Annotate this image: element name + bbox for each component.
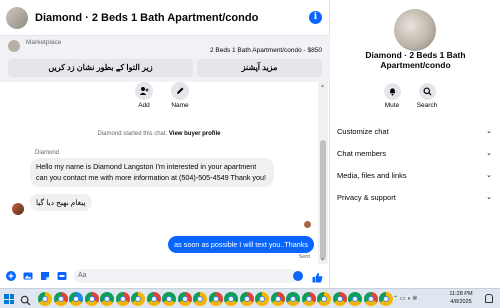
chat-header: Diamond · 2 Beds 1 Bath Apartment/condo … [0,0,330,36]
pencil-icon [171,82,189,100]
chrome-icon[interactable] [162,292,176,306]
view-buyer-profile-link[interactable]: View buyer profile [169,131,221,137]
search-action[interactable]: Search [412,83,442,109]
chrome-icon[interactable] [348,292,362,306]
plus-icon[interactable] [5,270,17,282]
mute-action[interactable]: Mute [377,83,407,109]
outgoing-message: as soon as possible I will text you..Tha… [168,236,314,253]
section-label: Media, files and links [337,171,407,180]
incoming-message: Hello my name is Diamond Langston I'm in… [30,158,274,187]
section-label: Customize chat [337,127,389,136]
seen-avatar [304,221,311,228]
message-list: Add Name Diamond started this chat. View… [0,82,318,264]
add-action[interactable]: Add [126,82,162,109]
chrome-icon[interactable] [84,292,99,306]
clock-time: 11:28 PM [449,291,473,297]
windows-start-icon[interactable] [4,294,14,304]
chrome-icon[interactable] [363,292,378,306]
chrome-icon[interactable] [146,292,161,306]
profile-avatar[interactable] [394,9,436,51]
system-tray[interactable]: ⌃ ▭ ◖ ✲ [393,295,417,302]
scrollbar-thumb[interactable] [320,140,326,260]
message-scrollbar[interactable]: ▲ ▼ [318,82,328,264]
more-options-button[interactable]: مزید آپشنز [197,59,322,77]
section-privacy-support[interactable]: Privacy & support ⌄ [337,193,492,207]
section-chat-members[interactable]: Chat members ⌄ [337,149,492,163]
chevron-down-icon: ⌄ [486,194,492,201]
conversation-avatar[interactable] [6,6,28,29]
conversation-title[interactable]: Diamond · 2 Beds 1 Bath Apartment/condo [35,12,258,24]
chrome-icon[interactable] [379,292,393,306]
listing-title[interactable]: 2 Beds 1 Bath Apartment/condo - $850 [210,47,322,54]
chrome-icon[interactable] [177,292,192,306]
mark-as-pending-button[interactable]: زیر التوا کے بطور نشان زد کریں [8,59,193,77]
section-label: Chat members [337,149,387,158]
chrome-icon[interactable] [270,292,285,306]
scroll-down-icon[interactable]: ▼ [320,257,325,263]
chat-started-text: Diamond started this chat. [97,131,168,137]
section-customize-chat[interactable]: Customize chat ⌄ [337,127,492,141]
name-action[interactable]: Name [162,82,198,109]
image-icon[interactable] [22,270,34,282]
chrome-icon[interactable] [317,292,331,306]
chrome-icon[interactable] [224,292,238,306]
search-label: Search [416,102,438,109]
taskbar-clock[interactable]: 11:28 PM 4/8/2025 [445,291,477,306]
sticker-icon[interactable] [39,270,51,282]
section-media-files-links[interactable]: Media, files and links ⌄ [337,171,492,185]
sender-avatar[interactable] [12,203,24,215]
chat-pane: Diamond · 2 Beds 1 Bath Apartment/condo … [0,0,330,288]
chevron-down-icon: ⌄ [486,172,492,179]
marketplace-banner: Marketplace 2 Beds 1 Bath Apartment/cond… [0,36,330,82]
chevron-down-icon: ⌄ [486,128,492,135]
chrome-icon[interactable] [100,292,114,306]
emoji-icon[interactable] [293,271,303,281]
chrome-icon[interactable] [131,292,145,306]
chrome-icon[interactable] [255,292,269,306]
chat-started-notice: Diamond started this chat. View buyer pr… [0,131,318,137]
notification-bell-icon[interactable] [485,294,493,303]
listing-thumbnail[interactable] [8,40,20,52]
chrome-icon[interactable] [332,292,347,306]
name-label: Name [171,102,189,109]
windows-taskbar: ⌃ ▭ ◖ ✲ 11:28 PM 4/8/2025 [0,288,500,308]
sender-name: Diamond [35,150,60,156]
file-explorer-icon[interactable] [38,292,52,306]
taskbar-search-icon[interactable] [20,293,32,306]
info-icon[interactable]: i [309,11,322,24]
chrome-icon[interactable] [115,292,130,306]
composer: Aa [0,264,330,288]
search-icon [418,83,436,100]
chrome-icon[interactable] [208,292,223,306]
chrome-icon[interactable] [239,292,254,306]
marketplace-label: Marketplace [26,39,62,46]
chrome-icon[interactable] [193,292,207,306]
add-person-icon [135,82,153,100]
section-label: Privacy & support [337,193,396,202]
system-message: پیغام بھیج دیا گیا [30,194,92,211]
profile-name: Diamond · 2 Beds 1 Bath Apartment/condo [365,50,466,70]
scroll-up-icon[interactable]: ▲ [320,83,325,89]
add-label: Add [138,102,150,109]
chrome-icon[interactable] [286,292,300,306]
message-input[interactable]: Aa [74,269,298,283]
edge-icon[interactable] [69,292,83,306]
conversation-info-pane: Diamond · 2 Beds 1 Bath Apartment/condo … [331,0,500,288]
thumbs-up-icon[interactable] [312,270,323,288]
chrome-icon[interactable] [53,292,68,306]
sent-status: Sent [298,254,310,260]
chrome-icon[interactable] [301,292,316,306]
clock-date: 4/8/2025 [450,298,472,305]
chevron-down-icon: ⌄ [486,150,492,157]
mute-label: Mute [384,102,400,109]
gif-icon[interactable] [56,270,68,282]
bell-icon [383,83,401,100]
